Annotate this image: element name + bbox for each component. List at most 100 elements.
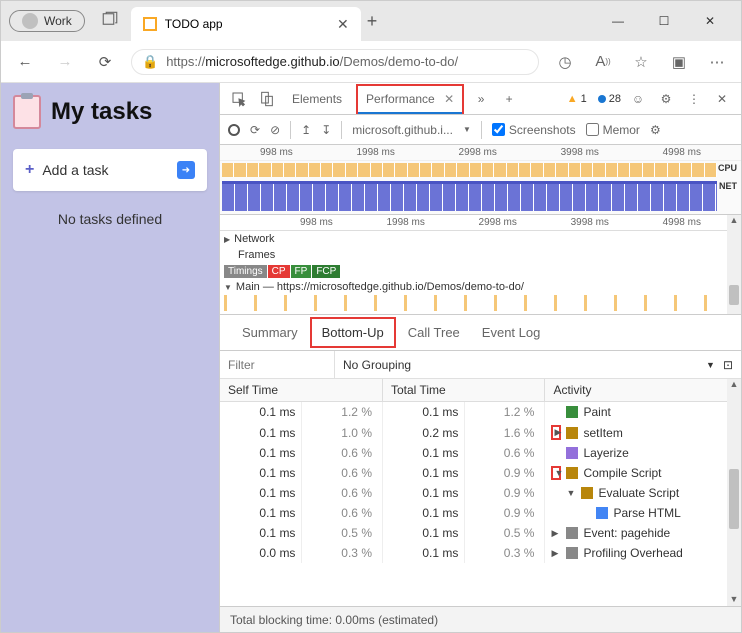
settings-icon[interactable]: ⚙ bbox=[655, 88, 677, 110]
tab-summary[interactable]: Summary bbox=[232, 319, 308, 346]
tab-close-icon[interactable]: ✕ bbox=[444, 92, 454, 106]
cpu-bars bbox=[222, 163, 717, 177]
app-title: My tasks bbox=[13, 95, 207, 129]
expand-icon[interactable]: ▶ bbox=[551, 425, 561, 440]
table-row[interactable]: 0.0 ms0.3 %0.1 ms0.3 %▶Profiling Overhea… bbox=[220, 543, 741, 563]
add-task-input[interactable]: + Add a task ➜ bbox=[13, 149, 207, 191]
close-devtools-icon[interactable]: ✕ bbox=[711, 88, 733, 110]
cpu-label: CPU bbox=[718, 163, 737, 173]
expand-icon[interactable]: ▼ bbox=[566, 488, 576, 498]
record-button[interactable] bbox=[228, 124, 240, 136]
lock-icon: 🔒 bbox=[142, 54, 158, 70]
plus-icon: + bbox=[25, 161, 34, 179]
reader-icon[interactable]: A)) bbox=[589, 48, 617, 76]
table-row[interactable]: 0.1 ms0.5 %0.1 ms0.5 %▶Event: pagehide bbox=[220, 523, 741, 543]
tab-call-tree[interactable]: Call Tree bbox=[398, 319, 470, 346]
filter-input[interactable] bbox=[220, 351, 335, 378]
browser-tab[interactable]: TODO app ✕ bbox=[131, 7, 361, 41]
table-scrollbar[interactable]: ▲ ▼ bbox=[727, 379, 741, 606]
collections-icon[interactable]: ▣ bbox=[665, 48, 693, 76]
clipboard-icon bbox=[13, 95, 41, 129]
track-timings[interactable]: TimingsCPFPFCP bbox=[220, 263, 741, 279]
issues-badge[interactable]: ▲1 bbox=[562, 92, 592, 106]
grouping-select[interactable]: No Grouping ▼ ⊡ bbox=[335, 358, 741, 372]
tab-performance[interactable]: Performance ✕ bbox=[356, 84, 464, 114]
save-button[interactable]: ↧ bbox=[321, 123, 331, 137]
empty-state: No tasks defined bbox=[13, 211, 207, 227]
back-button[interactable]: ← bbox=[11, 48, 39, 76]
activity-label: setItem bbox=[583, 426, 622, 440]
flame-scrollbar[interactable]: ▲ bbox=[727, 215, 741, 314]
track-main[interactable]: ▼Main — https://microsoftedge.github.io/… bbox=[220, 279, 741, 295]
expand-icon[interactable]: ▶ bbox=[551, 528, 561, 539]
tab-close-icon[interactable]: ✕ bbox=[337, 16, 349, 33]
chevron-down-icon[interactable]: ▼ bbox=[463, 125, 471, 134]
workspaces-icon[interactable] bbox=[101, 10, 119, 33]
send-feedback-icon[interactable]: ☺ bbox=[627, 88, 649, 110]
window-controls: — ☐ ✕ bbox=[595, 5, 733, 37]
table-row[interactable]: 0.1 ms1.0 %0.2 ms1.6 %▶setItem bbox=[220, 422, 741, 443]
expand-icon[interactable]: ▼ bbox=[551, 466, 561, 480]
reload-button[interactable]: ⟳ bbox=[250, 123, 260, 137]
main-flame-bars bbox=[224, 295, 727, 311]
tab-title: TODO app bbox=[165, 17, 223, 31]
track-network[interactable]: ▶Network bbox=[220, 231, 741, 247]
close-window-button[interactable]: ✕ bbox=[687, 5, 733, 37]
new-tab-button[interactable]: + bbox=[367, 11, 378, 32]
devtools-panel: Elements Performance ✕ » + ▲1 28 ☺ ⚙ ⋮ ✕… bbox=[219, 83, 741, 632]
url-host: microsoftedge.github.io bbox=[205, 54, 339, 69]
add-tab-icon[interactable]: + bbox=[498, 88, 520, 110]
track-frames[interactable]: Frames bbox=[220, 247, 741, 263]
activity-label: Layerize bbox=[583, 446, 628, 460]
more-icon[interactable]: ⋮ bbox=[683, 88, 705, 110]
th-activity[interactable]: Activity bbox=[545, 379, 741, 402]
activity-color-icon bbox=[566, 467, 578, 479]
tab-elements[interactable]: Elements bbox=[284, 86, 350, 112]
menu-icon[interactable]: ⋯ bbox=[703, 48, 731, 76]
th-total[interactable]: Total Time bbox=[382, 379, 544, 402]
device-icon[interactable] bbox=[256, 88, 278, 110]
table-row[interactable]: 0.1 ms1.2 %0.1 ms1.2 %Paint bbox=[220, 402, 741, 423]
bottom-up-table[interactable]: Self Time Total Time Activity 0.1 ms1.2 … bbox=[220, 379, 741, 606]
tracker-icon[interactable]: ◷ bbox=[551, 48, 579, 76]
time-ruler: 998 ms1998 ms2998 ms3998 ms4998 ms bbox=[220, 145, 741, 161]
timeline-overview[interactable]: 998 ms1998 ms2998 ms3998 ms4998 ms CPU N… bbox=[220, 145, 741, 215]
activity-color-icon bbox=[566, 547, 578, 559]
clear-button[interactable]: ⊘ bbox=[270, 123, 280, 137]
app-panel: My tasks + Add a task ➜ No tasks defined bbox=[1, 83, 219, 632]
perf-toolbar: ⟳ ⊘ ↥ ↧ microsoft.github.i... ▼ Screensh… bbox=[220, 115, 741, 145]
person-icon bbox=[22, 13, 38, 29]
profile-badge[interactable]: Work bbox=[9, 10, 85, 32]
flame-chart[interactable]: 998 ms1998 ms2998 ms3998 ms4998 ms ▶Netw… bbox=[220, 215, 741, 315]
minimize-button[interactable]: — bbox=[595, 5, 641, 37]
filter-row: No Grouping ▼ ⊡ bbox=[220, 351, 741, 379]
more-tabs-icon[interactable]: » bbox=[470, 88, 492, 110]
maximize-button[interactable]: ☐ bbox=[641, 5, 687, 37]
load-button[interactable]: ↥ bbox=[301, 123, 311, 137]
activity-label: Compile Script bbox=[583, 466, 661, 480]
devtools-tabs: Elements Performance ✕ » + ▲1 28 ☺ ⚙ ⋮ ✕ bbox=[220, 83, 741, 115]
table-row[interactable]: 0.1 ms0.6 %0.1 ms0.9 %▼Compile Script bbox=[220, 463, 741, 483]
chevron-down-icon: ▼ bbox=[706, 360, 715, 370]
memory-checkbox[interactable]: Memor bbox=[586, 123, 640, 137]
refresh-button[interactable]: ⟳ bbox=[91, 48, 119, 76]
screenshots-checkbox[interactable]: Screenshots bbox=[492, 123, 576, 137]
tab-event-log[interactable]: Event Log bbox=[472, 319, 551, 346]
messages-badge[interactable]: 28 bbox=[598, 93, 621, 105]
url-field[interactable]: 🔒 https://microsoftedge.github.io/Demos/… bbox=[131, 49, 539, 75]
favorite-icon[interactable]: ☆ bbox=[627, 48, 655, 76]
th-self[interactable]: Self Time bbox=[220, 379, 382, 402]
add-task-label: Add a task bbox=[42, 162, 108, 178]
titlebar: Work TODO app ✕ + — ☐ ✕ bbox=[1, 1, 741, 41]
table-row[interactable]: 0.1 ms0.6 %0.1 ms0.6 %Layerize bbox=[220, 443, 741, 463]
tab-bottom-up[interactable]: Bottom-Up bbox=[310, 317, 396, 348]
inspect-icon[interactable] bbox=[228, 88, 250, 110]
table-row[interactable]: 0.1 ms0.6 %0.1 ms0.9 %▼Evaluate Script bbox=[220, 483, 741, 503]
analysis-tabs: Summary Bottom-Up Call Tree Event Log bbox=[220, 315, 741, 351]
submit-icon[interactable]: ➜ bbox=[177, 161, 195, 179]
table-row[interactable]: 0.1 ms0.6 %0.1 ms0.9 %Parse HTML bbox=[220, 503, 741, 523]
expand-icon[interactable]: ▶ bbox=[551, 548, 561, 559]
recording-select[interactable]: microsoft.github.i... bbox=[352, 123, 453, 137]
heavy-icon[interactable]: ⊡ bbox=[723, 358, 733, 372]
gear-icon[interactable]: ⚙ bbox=[650, 123, 661, 137]
